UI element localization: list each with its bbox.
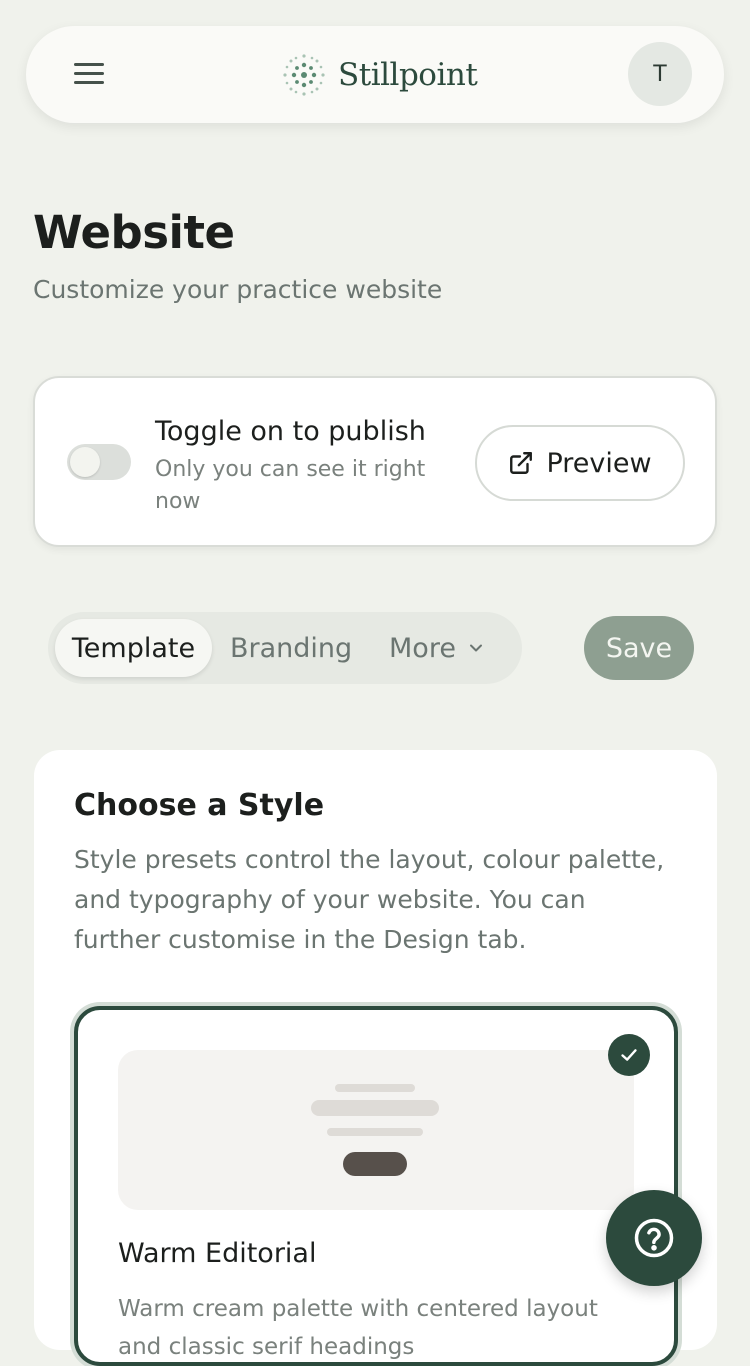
external-link-icon [510,452,533,474]
preview-button[interactable]: Preview [475,425,685,501]
publish-subtitle: Only you can see it right now [155,457,426,514]
thumb-heading [311,1100,439,1116]
preset-thumbnail [118,1050,634,1210]
tab-more[interactable]: More [389,619,486,677]
selected-check-icon [608,1034,650,1076]
publish-title: Toggle on to publish [155,416,426,447]
thumb-line [335,1084,415,1092]
chevron-down-icon [469,644,482,652]
style-preset-card[interactable]: Warm Editorial Warm cream palette with c… [74,1006,678,1366]
top-navigation-bar: Stillpoint T [26,26,724,123]
help-button[interactable] [606,1190,702,1286]
hamburger-menu-icon[interactable] [72,59,106,89]
brand-logo: Stillpoint [282,50,478,100]
toggle-knob [70,447,100,477]
thumb-line [327,1128,423,1136]
preset-description: Warm cream palette with centered layout … [118,1296,598,1360]
thumb-button [343,1152,407,1176]
page-subtitle: Customize your practice website [33,275,443,304]
section-description: Style presets control the layout, colour… [74,845,665,954]
help-question-icon [634,1218,674,1258]
stillpoint-logo-icon [283,54,325,96]
user-avatar[interactable]: T [628,42,692,106]
preset-name: Warm Editorial [118,1238,317,1269]
publish-toggle[interactable] [67,444,131,480]
page-title: Website [33,206,235,259]
brand-name: Stillpoint [338,57,478,93]
save-button[interactable]: Save [584,616,694,680]
preview-label: Preview [546,447,652,479]
publish-card: Toggle on to publish Only you can see it… [33,376,717,547]
tab-template[interactable]: Template [55,619,212,677]
tab-more-label: More [389,632,456,664]
section-title: Choose a Style [74,788,325,823]
tab-bar: Template Branding More [48,612,522,684]
tab-branding[interactable]: Branding [230,619,352,677]
